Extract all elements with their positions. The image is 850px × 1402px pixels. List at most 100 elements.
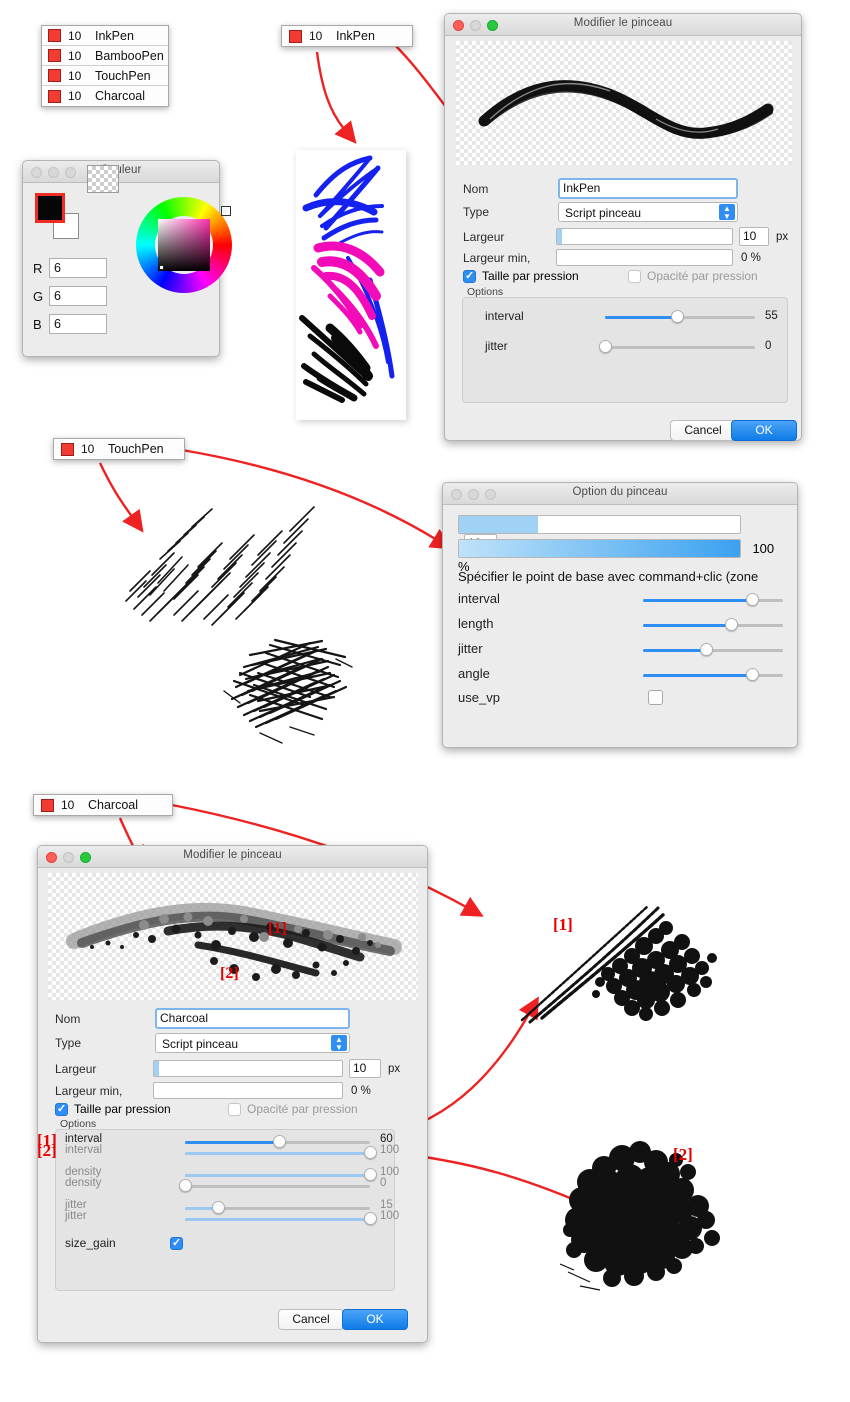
inkpen-largeur-slider[interactable] <box>556 228 733 245</box>
charcoal-largeur-min-row[interactable]: Largeur min, 0 % <box>55 1082 427 1099</box>
inkpen-largeur-min-slider[interactable] <box>556 249 733 266</box>
charcoal-nom-row[interactable]: Nom Charcoal <box>55 1008 415 1029</box>
saturation-value-square[interactable] <box>158 219 210 271</box>
slider-value: 0 <box>765 340 772 352</box>
size-gain-checkbox[interactable] <box>170 1236 183 1250</box>
charcoal-type-label: Type <box>55 1036 82 1050</box>
charcoal-nom-input[interactable]: Charcoal <box>155 1008 350 1029</box>
tag-size: 10 <box>309 29 323 43</box>
charcoal-largeur-min-slider[interactable] <box>153 1082 343 1099</box>
inkpen-nom-row[interactable]: Nom InkPen <box>463 178 793 199</box>
charcoal-type-row[interactable]: Type Script pinceau ▲ ▼ <box>55 1033 415 1053</box>
inkpen-cancel-button[interactable]: Cancel <box>670 420 736 441</box>
charcoal-type-select[interactable]: Script pinceau ▲ ▼ <box>155 1033 350 1053</box>
color-swatch-icon <box>48 49 61 62</box>
tag-charcoal[interactable]: 10 Charcoal <box>33 794 173 816</box>
canvas-sample-charcoal-2: [2] <box>559 1130 800 1295</box>
inkpen-brush-dialog[interactable]: Modifier le pinceau Nom InkPen Type Scri… <box>444 13 802 441</box>
brush-list-item[interactable]: 10 BambooPen <box>42 46 168 66</box>
wheel-hue-handle[interactable] <box>222 207 230 215</box>
inkpen-nom-input[interactable]: InkPen <box>558 178 738 199</box>
charcoal-opacite-pression-row[interactable]: Opacité par pression <box>228 1102 358 1116</box>
charcoal-taille-pression-row[interactable]: Taille par pression <box>55 1102 171 1116</box>
inkpen-type-row[interactable]: Type Script pinceau ▲ ▼ <box>463 202 793 222</box>
brush-option-window[interactable]: Option du pinceau 10 100 % Spécifier le … <box>442 482 798 748</box>
rgb-row-g[interactable]: G 6 <box>33 286 107 306</box>
charcoal-largeur-row[interactable]: Largeur 10 px <box>55 1059 427 1078</box>
brush-list-item[interactable]: 10 Charcoal <box>42 86 168 106</box>
inkpen-largeur-input[interactable]: 10 <box>739 227 769 246</box>
sample-marker-1: [1] <box>553 915 573 934</box>
use-vp-checkbox[interactable] <box>648 690 663 705</box>
taille-pression-label: Taille par pression <box>74 1102 171 1116</box>
charcoal-size-gain-row[interactable]: size_gain <box>65 1236 183 1250</box>
color-swatch-icon <box>61 442 74 456</box>
inkpen-largeur-row[interactable]: Largeur 10 px <box>463 227 803 246</box>
rgb-fields[interactable]: R 6 G 6 B 6 <box>33 258 107 342</box>
brush-name: BambooPen <box>95 48 164 63</box>
charcoal-nom-label: Nom <box>55 1011 81 1026</box>
charcoal-largeur-input[interactable]: 10 <box>349 1059 381 1078</box>
opacite-pression-label: Opacité par pression <box>247 1102 358 1116</box>
charcoal-largeur-label: Largeur <box>55 1061 97 1076</box>
slider-label: length <box>458 616 494 631</box>
slider-label: interval <box>458 591 500 606</box>
charcoal-cancel-button[interactable]: Cancel <box>278 1309 344 1330</box>
brush-size: 10 <box>68 28 82 43</box>
taille-pression-checkbox[interactable] <box>463 269 476 283</box>
option-window-titlebar: Option du pinceau <box>443 483 797 505</box>
color-swatch-pair[interactable] <box>35 193 85 243</box>
brush-list-item[interactable]: 10 TouchPen <box>42 66 168 86</box>
slider-label: jitter <box>458 641 483 656</box>
tag-touchpen[interactable]: 10 TouchPen <box>53 438 185 460</box>
option-window-title: Option du pinceau <box>572 486 668 498</box>
color-window[interactable]: Couleur R 6 G 6 B 6 <box>22 160 232 357</box>
charcoal-dialog-title: Modifier le pinceau <box>183 849 282 861</box>
brush-list-item[interactable]: 10 InkPen <box>42 26 168 46</box>
inkpen-largeur-min-row[interactable]: Largeur min, 0 % <box>463 249 803 266</box>
charcoal-ok-button[interactable]: OK <box>342 1309 408 1330</box>
square-color-handle[interactable] <box>159 265 164 270</box>
inkpen-taille-pression-row[interactable]: Taille par pression <box>463 269 579 283</box>
inkpen-nom-label: Nom <box>463 181 489 196</box>
color-swatch-icon <box>289 29 302 43</box>
inkpen-opacite-pression-row[interactable]: Opacité par pression <box>628 269 758 283</box>
brush-name: TouchPen <box>95 68 151 83</box>
rgb-row-r[interactable]: R 6 <box>33 258 107 278</box>
foreground-color-swatch[interactable] <box>35 193 65 223</box>
rgb-row-b[interactable]: B 6 <box>33 314 107 334</box>
charcoal-largeur-slider[interactable] <box>153 1060 343 1077</box>
options-marker-2: [2] <box>37 1141 57 1160</box>
option-opacity-slider[interactable] <box>458 539 741 558</box>
inkpen-type-select[interactable]: Script pinceau ▲ ▼ <box>558 202 738 222</box>
option-use-vp-row[interactable]: use_vp <box>458 690 663 705</box>
chevron-updown-icon: ▲ ▼ <box>331 1035 347 1052</box>
brush-stroke-preview-svg <box>478 80 774 139</box>
inkpen-largeur-unit: px <box>776 230 789 243</box>
charcoal-brush-dialog[interactable]: Modifier le pinceau [1] [2] Nom Charcoal… <box>37 845 428 1343</box>
brush-size: 10 <box>68 48 82 63</box>
tag-size: 10 <box>81 442 95 456</box>
brush-size: 10 <box>68 68 82 83</box>
charcoal-largeur-min-label: Largeur min, <box>55 1083 123 1098</box>
rgb-input-g[interactable]: 6 <box>49 286 107 306</box>
color-swatch-icon <box>48 89 61 103</box>
tag-inkpen[interactable]: 10 InkPen <box>281 25 413 47</box>
opacite-pression-checkbox[interactable] <box>228 1102 241 1116</box>
slider-value: 55 <box>765 310 778 322</box>
brush-list-palette[interactable]: 10 InkPen 10 BambooPen 10 TouchPen 10 Ch… <box>41 25 169 107</box>
color-window-title: Couleur <box>100 164 142 176</box>
canvas-sample-charcoal-1: [1] <box>500 890 740 1030</box>
color-wheel[interactable] <box>136 197 232 293</box>
transparency-swatch[interactable] <box>87 165 119 193</box>
rgb-input-r[interactable]: 6 <box>49 258 107 278</box>
inkpen-strokes-svg <box>299 155 395 403</box>
option-size-slider[interactable] <box>458 515 741 534</box>
color-swatch-icon <box>48 69 61 82</box>
taille-pression-checkbox[interactable] <box>55 1102 68 1116</box>
slider-value: 0 <box>380 1177 387 1189</box>
opacite-pression-checkbox[interactable] <box>628 269 641 283</box>
charcoal-sample-1-svg: [1] <box>520 904 717 1024</box>
inkpen-ok-button[interactable]: OK <box>731 420 797 441</box>
rgb-input-b[interactable]: 6 <box>49 314 107 334</box>
